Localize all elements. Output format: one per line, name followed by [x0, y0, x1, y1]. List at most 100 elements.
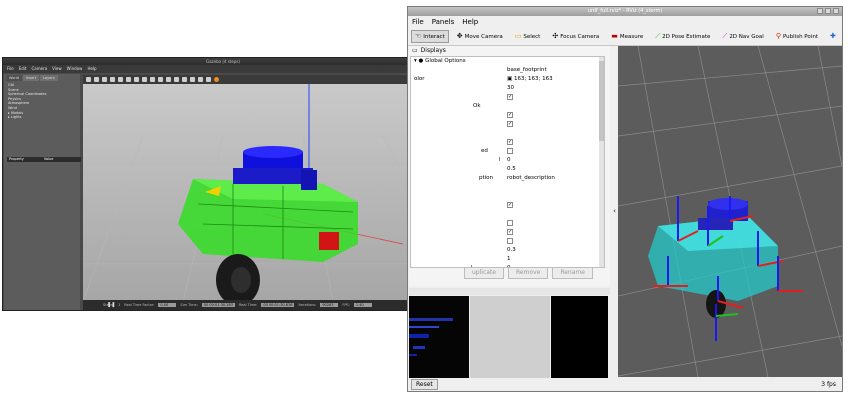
- gz-tree-item[interactable]: ▸ Lights: [8, 115, 76, 120]
- sim-time-label: Sim Time:: [180, 303, 198, 307]
- add-tool-button[interactable]: ✚: [826, 30, 840, 43]
- maximize-button[interactable]: [825, 8, 831, 14]
- globe-icon: ●: [418, 58, 424, 64]
- pause-icon[interactable]: ❚❚: [107, 302, 115, 308]
- snap-icon[interactable]: [206, 77, 211, 82]
- checkbox[interactable]: ✓: [507, 112, 513, 118]
- sphere-shape-icon[interactable]: [142, 77, 147, 82]
- tree-row[interactable]: ption robot_description: [411, 174, 604, 183]
- tool-interact[interactable]: ☜ Interact: [411, 30, 449, 43]
- tool-move-camera[interactable]: ✥ Move Camera: [453, 30, 507, 43]
- camera-image-1: [409, 296, 469, 378]
- point-light-icon[interactable]: [158, 77, 163, 82]
- tree-row[interactable]: 30: [411, 84, 604, 93]
- scale-icon[interactable]: [110, 77, 115, 82]
- gz-menu-help[interactable]: Help: [87, 65, 96, 73]
- tree-row[interactable]: ✓: [411, 111, 604, 120]
- checkbox[interactable]: ✓: [507, 94, 513, 100]
- nav-goal-icon: ⟋: [722, 32, 728, 40]
- tree-row[interactable]: base_footprint: [411, 66, 604, 75]
- spot-light-icon[interactable]: [166, 77, 171, 82]
- tree-row[interactable]: ✓: [411, 201, 604, 210]
- checkbox[interactable]: ✓: [507, 229, 513, 235]
- tree-row[interactable]: 0.3: [411, 246, 604, 255]
- tree-row[interactable]: Ok: [411, 102, 604, 111]
- image-panel-header: [409, 288, 610, 295]
- checkbox[interactable]: ✓: [507, 121, 513, 127]
- redo-icon[interactable]: [126, 77, 131, 82]
- gazebo-title: Gazebo (4 steps): [3, 58, 443, 65]
- tree-row[interactable]: ✓: [411, 228, 604, 237]
- checkbox[interactable]: [507, 220, 513, 226]
- measure-icon: ▬: [611, 32, 618, 40]
- collapse-left-arrow[interactable]: ‹: [611, 46, 618, 377]
- tree-row[interactable]: ✓: [411, 138, 604, 147]
- rviz-toolbar: ☜ Interact ✥ Move Camera ▭ Select ✣ Focu…: [408, 28, 842, 46]
- tree-row[interactable]: [411, 129, 604, 138]
- move-camera-icon: ✥: [456, 32, 463, 40]
- menu-panels[interactable]: Panels: [432, 16, 455, 28]
- rotate-icon[interactable]: [102, 77, 107, 82]
- tree-row[interactable]: [411, 210, 604, 219]
- displays-buttons: uplicate Remove Rename: [464, 267, 593, 279]
- menu-file[interactable]: File: [412, 16, 424, 28]
- rename-button[interactable]: Rename: [552, 267, 593, 279]
- menu-help[interactable]: Help: [462, 16, 478, 28]
- tree-row[interactable]: 1: [411, 255, 604, 264]
- scrollbar-thumb[interactable]: [599, 61, 604, 141]
- gz-tab-world[interactable]: World: [6, 75, 23, 81]
- tool-publish-point[interactable]: ⚲ Publish Point: [772, 30, 822, 43]
- real-time-value: 00 00:01:30.836: [261, 303, 295, 307]
- gz-tab-layers[interactable]: Layers: [40, 75, 58, 81]
- tree-row[interactable]: olor ▣ 163; 163; 163: [411, 75, 604, 84]
- checkbox[interactable]: [507, 238, 513, 244]
- global-options-row[interactable]: ▾ ● Global Options: [411, 57, 604, 66]
- duplicate-button[interactable]: uplicate: [464, 267, 504, 279]
- gz-val-col: Value: [43, 157, 54, 161]
- displays-scrollbar[interactable]: [599, 57, 604, 267]
- tree-row[interactable]: ✓: [411, 93, 604, 102]
- gz-menu-edit[interactable]: Edit: [19, 65, 27, 73]
- remove-button[interactable]: Remove: [507, 267, 549, 279]
- checkbox[interactable]: ✓: [507, 139, 513, 145]
- directional-light-icon[interactable]: [174, 77, 179, 82]
- gz-menu-window[interactable]: Window: [67, 65, 83, 73]
- checkbox[interactable]: ✓: [507, 202, 513, 208]
- tool-focus-camera[interactable]: ✣ Focus Camera: [548, 30, 603, 43]
- tree-row[interactable]: ✓: [411, 120, 604, 129]
- rviz-window: urdf_full.rviz* - RViz (4_sterm) File Pa…: [407, 6, 843, 392]
- displays-title: Displays: [420, 47, 446, 54]
- close-button[interactable]: [833, 8, 839, 14]
- paste-icon[interactable]: [190, 77, 195, 82]
- align-icon[interactable]: [198, 77, 203, 82]
- select-arrow-icon[interactable]: [86, 77, 91, 82]
- hand-icon: ☜: [415, 32, 422, 40]
- gz-menu-camera[interactable]: Camera: [31, 65, 47, 73]
- gz-menu-file[interactable]: File: [7, 65, 14, 73]
- box-shape-icon[interactable]: [134, 77, 139, 82]
- camera-image-2: [470, 296, 550, 378]
- tool-2d-pose-estimate[interactable]: ⟋ 2D Pose Estimate: [651, 30, 714, 43]
- tree-row[interactable]: [411, 237, 604, 246]
- undo-icon[interactable]: [118, 77, 123, 82]
- tree-row[interactable]: ed: [411, 147, 604, 156]
- copy-icon[interactable]: [182, 77, 187, 82]
- cylinder-shape-icon[interactable]: [150, 77, 155, 82]
- tool-select[interactable]: ▭ Select: [511, 30, 545, 43]
- record-icon[interactable]: [214, 77, 219, 82]
- minimize-button[interactable]: [817, 8, 823, 14]
- tree-row[interactable]: 0.5: [411, 165, 604, 174]
- gz-tab-insert[interactable]: Insert: [23, 75, 40, 81]
- tree-row[interactable]: [411, 219, 604, 228]
- tool-measure[interactable]: ▬ Measure: [607, 30, 647, 43]
- reset-button[interactable]: Reset: [411, 379, 438, 390]
- translate-icon[interactable]: [94, 77, 99, 82]
- gazebo-3d-viewport[interactable]: [82, 84, 443, 306]
- checkbox[interactable]: [507, 148, 513, 154]
- rviz-3d-viewport[interactable]: [618, 46, 842, 377]
- tool-2d-nav-goal[interactable]: ⟋ 2D Nav Goal: [718, 30, 767, 43]
- tree-row[interactable]: [411, 183, 604, 192]
- tree-row[interactable]: [411, 192, 604, 201]
- gz-menu-view[interactable]: View: [52, 65, 62, 73]
- tree-row[interactable]: l0: [411, 156, 604, 165]
